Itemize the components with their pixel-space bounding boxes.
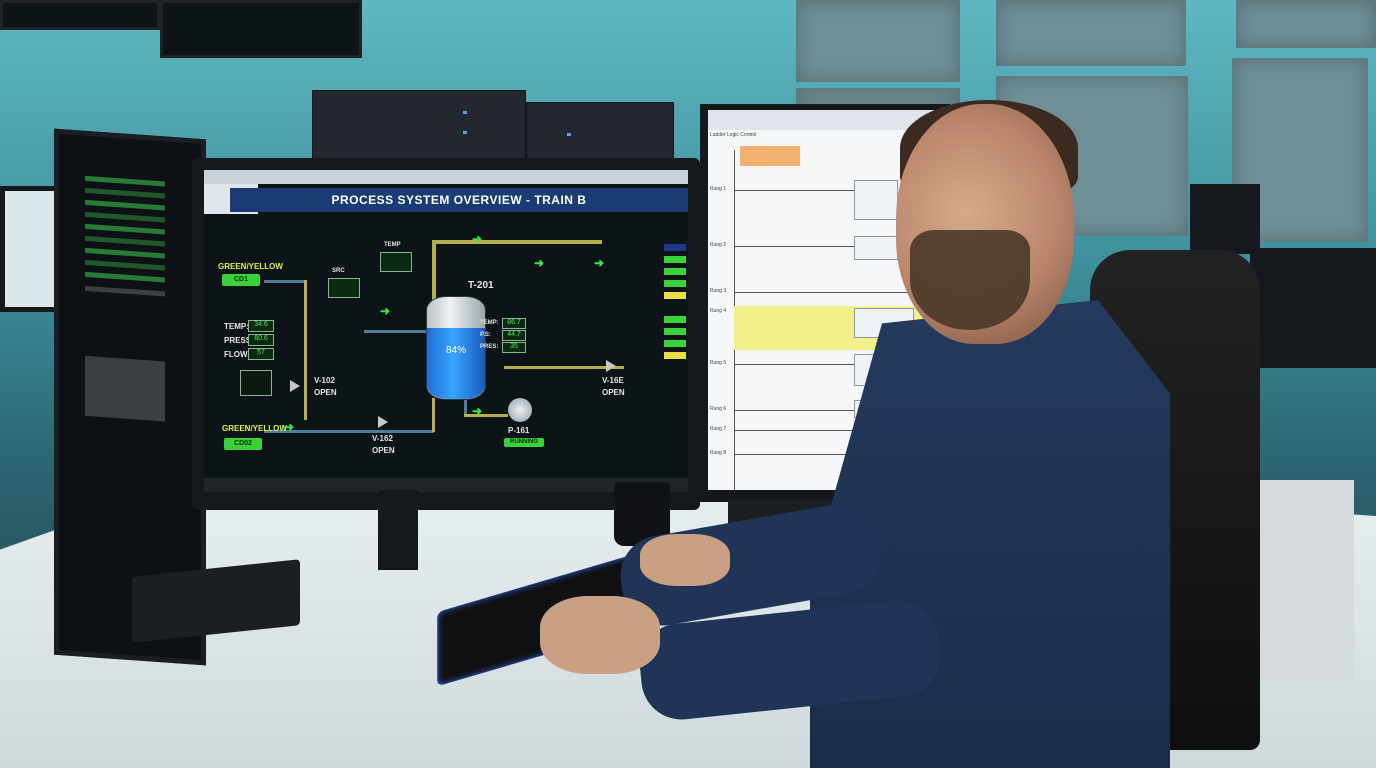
ladder-highlight bbox=[740, 146, 800, 166]
rung-label: Rung 1 bbox=[710, 186, 727, 192]
wall-panel bbox=[1236, 0, 1376, 48]
pipe bbox=[432, 398, 435, 432]
valve-id: V-162 bbox=[372, 434, 393, 443]
operator-hand bbox=[540, 596, 660, 674]
tank-readout-label: TEMP: bbox=[480, 320, 499, 326]
background-monitor bbox=[1250, 248, 1376, 368]
pipe bbox=[464, 398, 467, 414]
status-row bbox=[614, 316, 686, 324]
inlet-top-value[interactable]: CD1 bbox=[222, 274, 260, 286]
rung-line bbox=[734, 190, 854, 191]
flow-arrow-icon: ➜ bbox=[472, 232, 483, 246]
valve-icon[interactable] bbox=[606, 360, 616, 372]
readout-label: TEMP: bbox=[224, 322, 249, 331]
operator-hand bbox=[640, 534, 730, 586]
valve-id: V-102 bbox=[314, 376, 335, 385]
tank-readout-value: 86.7 bbox=[502, 318, 526, 329]
status-row bbox=[614, 340, 686, 348]
valve-id: V-16E bbox=[602, 376, 624, 385]
flow-arrow-icon: ➜ bbox=[380, 304, 391, 318]
tank-readout-value: 44.7 bbox=[502, 330, 526, 341]
readout-value: 57 bbox=[248, 348, 274, 360]
ladder-window-title: Ladder Logic Control bbox=[710, 132, 757, 138]
wall-panel bbox=[996, 0, 1186, 66]
window-titlebar bbox=[204, 170, 688, 184]
rung-label: Rung 7 bbox=[710, 426, 727, 432]
valve-state: OPEN bbox=[314, 388, 337, 397]
status-row bbox=[614, 244, 686, 252]
monitor-stand bbox=[378, 490, 418, 570]
rung-line bbox=[734, 292, 934, 293]
hmi-monitor: PROCESS SYSTEM OVERVIEW - TRAIN B GREEN/… bbox=[192, 158, 700, 510]
inlet-bottom-value[interactable]: CD02 bbox=[224, 438, 262, 450]
tank-readout-value: 35 bbox=[502, 342, 526, 353]
ladder-titlebar bbox=[708, 110, 942, 130]
wall-panel bbox=[796, 0, 960, 82]
rung-label: Rung 5 bbox=[710, 360, 727, 366]
hmi-title: PROCESS SYSTEM OVERVIEW - TRAIN B bbox=[230, 188, 688, 212]
pipe bbox=[264, 280, 304, 283]
hmi-screen: PROCESS SYSTEM OVERVIEW - TRAIN B GREEN/… bbox=[204, 170, 688, 492]
rung-output bbox=[854, 180, 898, 220]
status-row bbox=[614, 268, 686, 276]
rung-label: Rung 2 bbox=[710, 242, 727, 248]
flow-arrow-icon: ➜ bbox=[594, 256, 605, 270]
wall-display bbox=[0, 0, 160, 30]
tank-readout-label: PRES: bbox=[480, 344, 499, 350]
pipe bbox=[464, 414, 508, 417]
valve-state: OPEN bbox=[602, 388, 625, 397]
inlet-top-label: GREEN/YELLOW bbox=[218, 262, 283, 271]
inlet-bottom-label: GREEN/YELLOW bbox=[222, 424, 287, 433]
pump-state: RUNNING bbox=[504, 438, 544, 447]
flow-arrow-icon: ➜ bbox=[472, 404, 483, 418]
pipe bbox=[432, 240, 602, 244]
tank-fill bbox=[427, 327, 485, 399]
tank-readout-label: P.S: bbox=[480, 332, 491, 338]
flow-arrow-icon: ➜ bbox=[534, 256, 545, 270]
rung-line bbox=[734, 454, 854, 455]
background-monitor bbox=[1190, 184, 1260, 254]
valve-icon[interactable] bbox=[378, 416, 388, 428]
tank-t201[interactable]: 84% bbox=[426, 296, 486, 400]
flow-arrow-icon: ➜ bbox=[284, 420, 295, 434]
rung-output bbox=[854, 236, 898, 260]
pipe bbox=[432, 240, 436, 300]
top-value-box bbox=[380, 252, 412, 272]
valve-tag bbox=[240, 370, 272, 396]
pump-id: P-161 bbox=[508, 426, 530, 435]
valve-state: OPEN bbox=[372, 446, 395, 455]
rung-label: Rung 3 bbox=[710, 288, 727, 294]
rung-line bbox=[734, 246, 854, 247]
rung-line bbox=[734, 410, 854, 411]
pipe bbox=[364, 330, 426, 333]
valve-icon[interactable] bbox=[290, 380, 300, 392]
readout-value: 80.6 bbox=[248, 334, 274, 346]
tank-level: 84% bbox=[445, 345, 466, 356]
rung-line bbox=[734, 430, 854, 431]
shirt-logo bbox=[938, 440, 984, 480]
readout-value: 34.6 bbox=[248, 320, 274, 332]
pump-icon[interactable] bbox=[508, 398, 532, 422]
wall-display bbox=[160, 0, 362, 58]
rung-label: Rung 8 bbox=[710, 450, 727, 456]
pipe bbox=[304, 280, 307, 420]
top-label: TEMP bbox=[384, 242, 401, 248]
status-row bbox=[614, 280, 686, 288]
top-label: SRC bbox=[332, 268, 345, 274]
status-row bbox=[614, 256, 686, 264]
rung-line bbox=[734, 364, 854, 365]
status-row bbox=[614, 292, 686, 300]
top-value-box bbox=[328, 278, 360, 298]
status-row bbox=[614, 352, 686, 360]
tank-name: T-201 bbox=[468, 280, 494, 291]
rung-label: Rung 6 bbox=[710, 406, 727, 412]
status-row bbox=[614, 328, 686, 336]
readout-label: FLOW: bbox=[224, 350, 251, 359]
rung-label: Rung 4 bbox=[710, 308, 727, 314]
operator-beard bbox=[910, 230, 1030, 330]
